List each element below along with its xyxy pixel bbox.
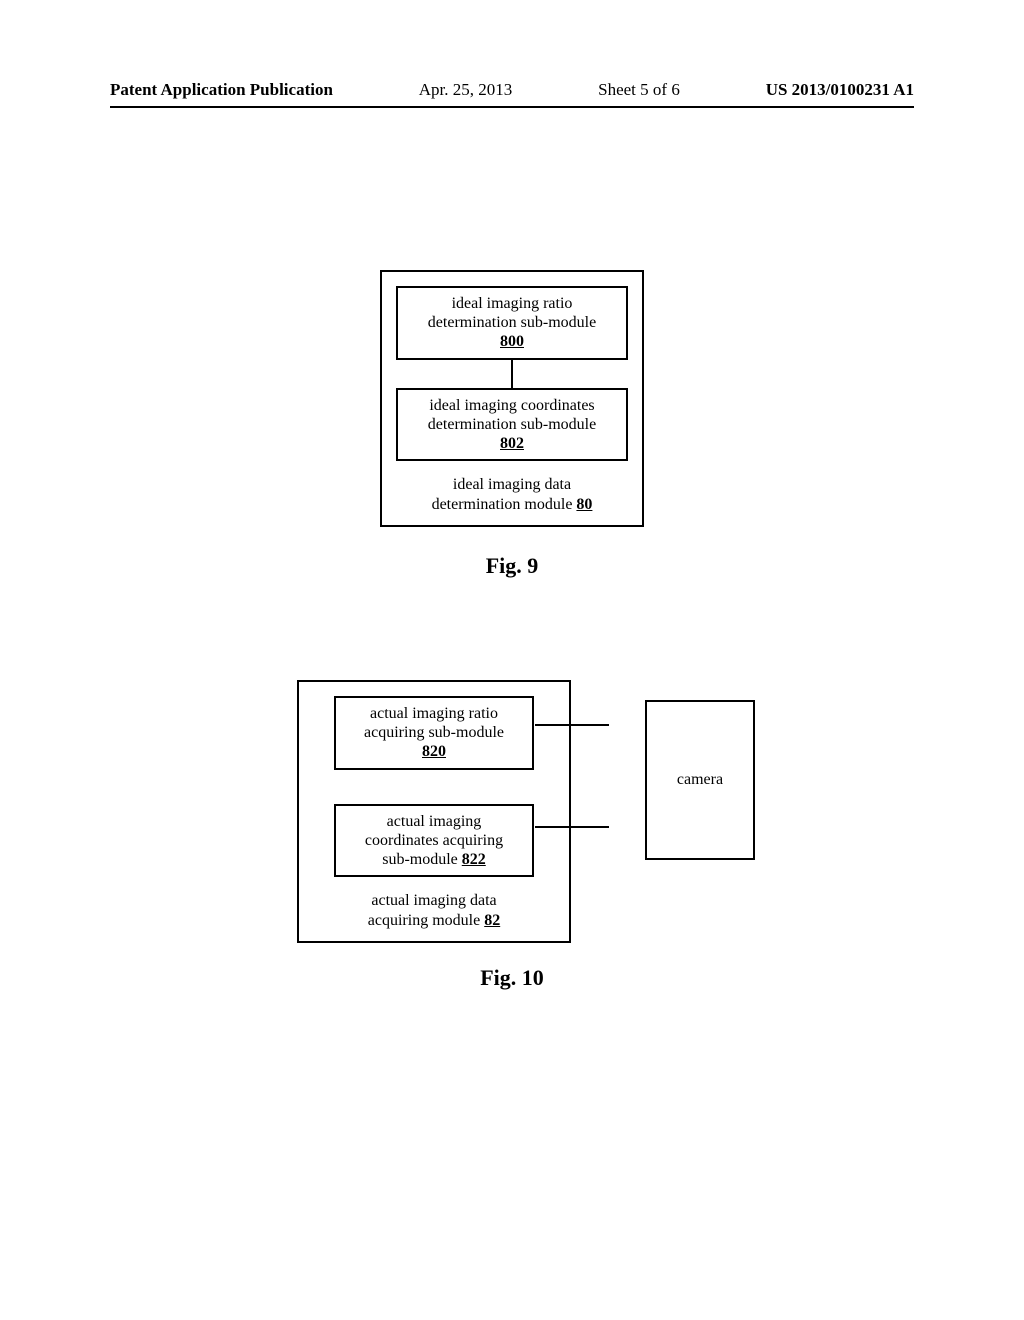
text: determination sub-module [428,314,596,331]
ideal-coords-submodule-box: ideal imaging coordinates determination … [396,388,628,462]
page-header: Patent Application Publication Apr. 25, … [110,80,914,108]
sheet-number: Sheet 5 of 6 [598,80,680,100]
actual-ratio-submodule-box: actual imaging ratio acquiring sub-modul… [334,696,534,770]
text: actual imaging [387,813,482,830]
actual-imaging-module-box: actual imaging ratio acquiring sub-modul… [297,680,571,943]
figure-10-caption: Fig. 10 [0,965,1024,991]
ref-number: 822 [462,851,486,868]
module-label: ideal imaging data determination module … [396,475,628,515]
pub-date: Apr. 25, 2013 [419,80,513,100]
camera-label: camera [677,771,723,789]
text: determination module [432,496,577,513]
camera-box: camera [645,700,755,860]
ideal-ratio-submodule-box: ideal imaging ratio determination sub-mo… [396,286,628,360]
text: acquiring module [368,912,484,929]
figure-9-caption: Fig. 9 [0,553,1024,579]
text: ideal imaging coordinates [429,397,594,414]
doc-number: US 2013/0100231 A1 [766,80,914,100]
ref-number: 80 [576,496,592,513]
text: actual imaging data [371,892,496,909]
ref-number: 820 [422,743,446,760]
text: actual imaging ratio [370,705,498,722]
text: ideal imaging ratio [452,295,573,312]
connector-line [535,826,609,828]
ref-number: 800 [500,333,524,350]
text: determination sub-module [428,416,596,433]
ideal-imaging-module-box: ideal imaging ratio determination sub-mo… [380,270,644,527]
text: sub-module [382,851,462,868]
text: ideal imaging data [453,476,571,493]
text: coordinates acquiring [365,832,503,849]
ref-number: 802 [500,435,524,452]
connector-line [535,724,609,726]
ref-number: 82 [484,912,500,929]
figure-9: ideal imaging ratio determination sub-mo… [0,270,1024,579]
text: acquiring sub-module [364,724,504,741]
module-label: actual imaging data acquiring module 82 [313,891,555,931]
actual-coords-submodule-box: actual imaging coordinates acquiring sub… [334,804,534,878]
publication-label: Patent Application Publication [110,80,333,100]
figure-10: actual imaging ratio acquiring sub-modul… [0,680,1024,991]
connector-line [511,360,513,388]
